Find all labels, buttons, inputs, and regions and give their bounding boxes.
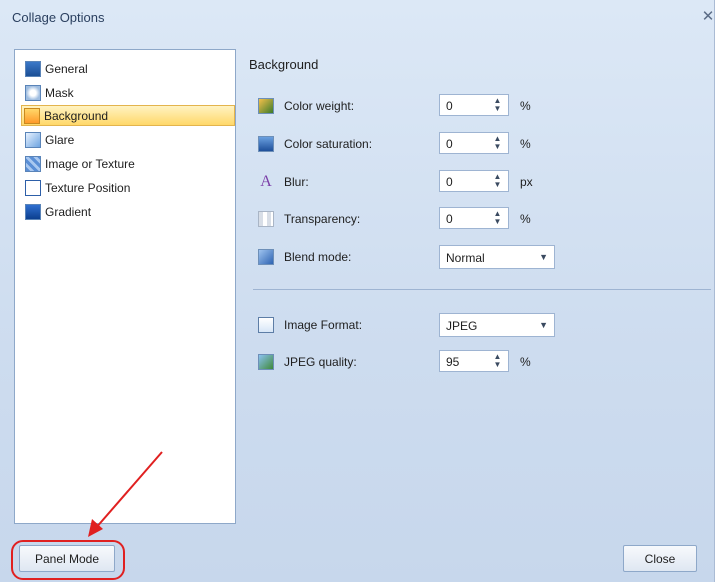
spinner-arrows-icon[interactable]: ▲ ▼ [493, 97, 502, 113]
nav-item-label: Glare [45, 132, 75, 147]
nav-item-label: Background [44, 108, 109, 123]
nav-item-texture-position[interactable]: Texture Position [23, 177, 235, 198]
color-weight-unit: % [520, 99, 531, 113]
transparency-label: Transparency: [284, 212, 361, 226]
spinner-arrows-icon[interactable]: ▲ ▼ [493, 135, 502, 151]
glare-icon [25, 131, 41, 148]
nav-item-general[interactable]: General [23, 58, 235, 79]
color-weight-icon [258, 98, 274, 114]
blend-mode-icon [258, 249, 274, 265]
nav-item-mask[interactable]: Mask [23, 82, 235, 103]
jpeg-quality-spinner[interactable]: 95 ▲ ▼ [439, 350, 509, 372]
image-texture-icon [25, 155, 41, 172]
transparency-row: Transparency: 0 ▲ ▼ % [258, 207, 708, 231]
image-format-label: Image Format: [284, 318, 363, 332]
blur-icon: A [260, 173, 272, 190]
image-format-select[interactable]: JPEG ▼ [439, 313, 555, 337]
general-icon [25, 60, 41, 77]
spinner-arrows-icon[interactable]: ▲ ▼ [493, 210, 502, 226]
section-divider [253, 289, 711, 290]
nav-item-background[interactable]: Background [21, 105, 235, 126]
blend-mode-label: Blend mode: [284, 250, 352, 264]
color-weight-value: 0 [446, 99, 453, 113]
texture-position-icon [25, 179, 41, 196]
nav-item-glare[interactable]: Glare [23, 129, 235, 150]
jpeg-quality-value: 95 [446, 355, 460, 369]
color-weight-spinner[interactable]: 0 ▲ ▼ [439, 94, 509, 116]
close-button[interactable]: Close [623, 545, 697, 572]
color-weight-label: Color weight: [284, 99, 355, 113]
nav-item-label: Texture Position [45, 180, 131, 195]
blend-mode-select[interactable]: Normal ▼ [439, 245, 555, 269]
color-saturation-row: Color saturation: 0 ▲ ▼ % [258, 132, 708, 156]
image-format-row: Image Format: JPEG ▼ [258, 313, 708, 337]
transparency-icon [258, 211, 274, 227]
nav-item-label: Gradient [45, 204, 92, 219]
panel-mode-highlight [11, 540, 125, 580]
mask-icon [25, 84, 41, 101]
transparency-value: 0 [446, 212, 453, 226]
color-saturation-value: 0 [446, 137, 453, 151]
nav-item-image-or-texture[interactable]: Image or Texture [23, 153, 235, 174]
blur-row: A Blur: 0 ▲ ▼ px [258, 170, 708, 194]
window-title: Collage Options [12, 10, 105, 25]
blur-label: Blur: [284, 175, 309, 189]
color-weight-row: Color weight: 0 ▲ ▼ % [258, 94, 708, 118]
blend-mode-value: Normal [446, 251, 485, 265]
jpeg-quality-unit: % [520, 355, 531, 369]
nav-item-label: General [45, 61, 88, 76]
transparency-unit: % [520, 212, 531, 226]
blur-value: 0 [446, 175, 453, 189]
chevron-down-icon[interactable]: ▼ [539, 320, 548, 330]
jpeg-quality-icon [258, 354, 274, 370]
color-saturation-icon [258, 136, 274, 152]
nav-item-label: Mask [45, 85, 74, 100]
background-icon [24, 107, 40, 124]
close-window-icon[interactable]: ✕ [699, 8, 715, 26]
title-bar: Collage Options ✕ [0, 0, 715, 38]
blur-unit: px [520, 175, 533, 189]
chevron-down-icon[interactable]: ▼ [539, 252, 548, 262]
blend-mode-row: Blend mode: Normal ▼ [258, 245, 708, 269]
options-nav: General Mask Background Glare Image or T… [14, 49, 236, 524]
image-format-value: JPEG [446, 319, 478, 333]
color-saturation-spinner[interactable]: 0 ▲ ▼ [439, 132, 509, 154]
blur-spinner[interactable]: 0 ▲ ▼ [439, 170, 509, 192]
image-format-icon [258, 317, 274, 333]
jpeg-quality-label: JPEG quality: [284, 355, 357, 369]
spinner-arrows-icon[interactable]: ▲ ▼ [493, 353, 502, 369]
nav-item-gradient[interactable]: Gradient [23, 201, 235, 222]
section-title: Background [249, 57, 319, 72]
nav-item-label: Image or Texture [45, 156, 135, 171]
color-saturation-label: Color saturation: [284, 137, 373, 151]
color-saturation-unit: % [520, 137, 531, 151]
jpeg-quality-row: JPEG quality: 95 ▲ ▼ % [258, 350, 708, 374]
collage-options-window: Collage Options ✕ General Mask Backgroun… [0, 0, 715, 582]
transparency-spinner[interactable]: 0 ▲ ▼ [439, 207, 509, 229]
spinner-arrows-icon[interactable]: ▲ ▼ [493, 173, 502, 189]
gradient-icon [25, 203, 41, 220]
